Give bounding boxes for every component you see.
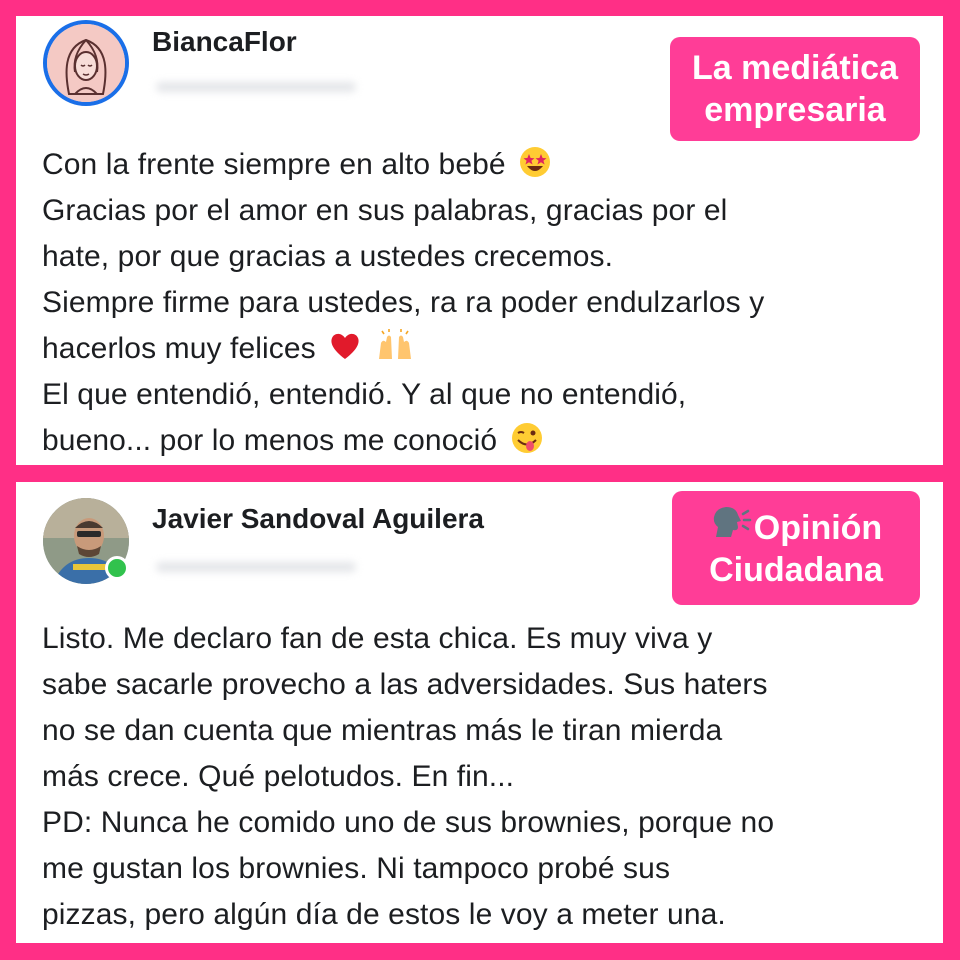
post-body: Con la frente siempre en alto bebé Graci… <box>42 142 764 464</box>
label-badge: La mediática empresaria <box>670 37 920 141</box>
post-timestamp-blurred <box>156 562 356 572</box>
post-line: más crece. Qué pelotudos. En fin... <box>42 760 515 793</box>
post-card-biancaflor: BiancaFlor La mediática empresaria Con l… <box>16 16 943 465</box>
post-line: Siempre firme para ustedes, ra ra poder … <box>42 286 765 319</box>
post-line: Listo. Me declaro fan de esta chica. Es … <box>42 622 713 655</box>
post-timestamp-blurred <box>156 82 356 92</box>
post-line: Con la frente siempre en alto bebé <box>42 142 764 188</box>
post-line: sabe sacarle provecho a las adversidades… <box>42 668 768 701</box>
badge-line: empresaria <box>704 91 886 129</box>
post-body: Listo. Me declaro fan de esta chica. Es … <box>42 616 774 938</box>
avatar[interactable] <box>43 20 129 106</box>
badge-line: La mediática <box>692 49 898 87</box>
post-line: PD: Nunca he comido uno de sus brownies,… <box>42 806 775 839</box>
post-line: pizzas, pero algún día de estos le voy a… <box>42 898 726 931</box>
post-line: hate, por que gracias a ustedes crecemos… <box>42 240 614 273</box>
avatar[interactable] <box>43 498 129 584</box>
badge-line: Opinión <box>680 505 912 549</box>
star-struck-emoji <box>520 147 551 177</box>
post-line: bueno... por lo menos me conoció <box>42 418 764 464</box>
online-status-dot <box>105 556 129 580</box>
author-name[interactable]: BiancaFlor <box>152 26 297 58</box>
speaking-head-icon <box>713 507 752 537</box>
raising-hands-emoji <box>378 329 411 359</box>
label-badge: Opinión Ciudadana <box>672 491 920 605</box>
woman-portrait-icon <box>47 24 125 102</box>
post-line: no se dan cuenta que mientras más le tir… <box>42 714 723 747</box>
red-heart-emoji <box>331 333 359 359</box>
winking-tongue-emoji <box>511 423 542 453</box>
post-line: El que entendió, entendió. Y al que no e… <box>42 378 687 411</box>
post-card-javier: Javier Sandoval Aguilera Opinión Ciudada… <box>16 482 943 943</box>
badge-line: Ciudadana <box>709 551 883 589</box>
author-name[interactable]: Javier Sandoval Aguilera <box>152 503 484 535</box>
post-line: hacerlos muy felices <box>42 326 764 372</box>
post-line: me gustan los brownies. Ni tampoco probé… <box>42 852 671 885</box>
post-line: Gracias por el amor en sus palabras, gra… <box>42 194 728 227</box>
